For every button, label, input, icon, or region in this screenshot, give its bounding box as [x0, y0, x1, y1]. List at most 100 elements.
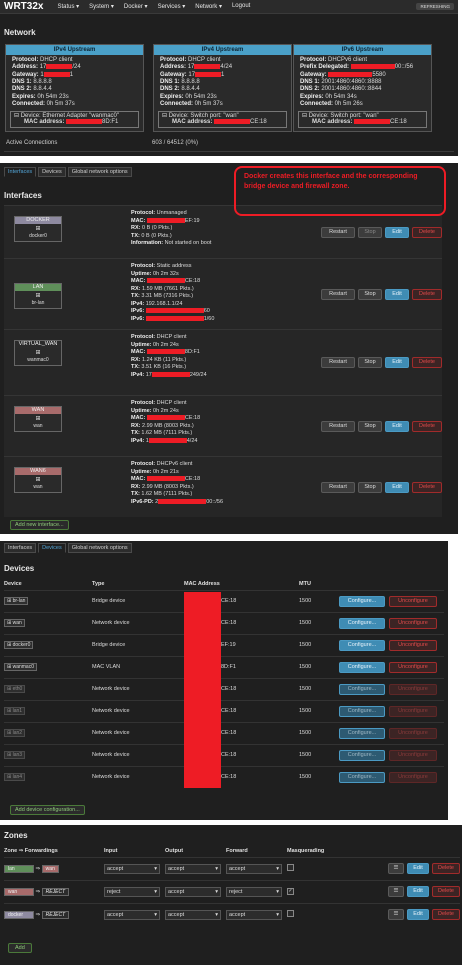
- interface-badge[interactable]: DOCKER ⊞ docker0: [14, 216, 62, 242]
- masquerading-checkbox[interactable]: [287, 910, 294, 918]
- output-select[interactable]: accept: [165, 886, 221, 897]
- tab-global-network-options[interactable]: Global network options: [67, 167, 132, 177]
- restart-button[interactable]: Restart: [321, 481, 355, 493]
- col-zone-forwardings: Zone ⇒ Forwardings: [4, 847, 58, 854]
- edit-button[interactable]: Edit: [385, 481, 409, 493]
- configure-button[interactable]: Configure...: [339, 749, 385, 761]
- unconfigure-button[interactable]: Unconfigure: [389, 683, 437, 695]
- drag-handle-icon[interactable]: ☰: [388, 909, 404, 921]
- unconfigure-button[interactable]: Unconfigure: [389, 771, 437, 783]
- unconfigure-button[interactable]: Unconfigure: [389, 727, 437, 739]
- edit-button[interactable]: Edit: [407, 886, 429, 897]
- device-chip[interactable]: ⊞ lan3: [4, 751, 26, 759]
- stop-button[interactable]: Stop: [358, 226, 382, 238]
- info-line: Expires: 0h 54m 23s: [12, 93, 69, 100]
- menu-services[interactable]: Services ▾: [158, 3, 186, 10]
- menu-docker[interactable]: Docker ▾: [124, 3, 148, 10]
- edit-button[interactable]: Edit: [385, 288, 409, 300]
- menu-system[interactable]: System ▾: [89, 3, 114, 10]
- delete-button[interactable]: Delete: [412, 288, 442, 300]
- device-chip[interactable]: ⊞ lan4: [4, 773, 26, 782]
- configure-button[interactable]: Configure...: [339, 705, 385, 717]
- forward-select[interactable]: accept: [226, 863, 282, 874]
- masquerading-checkbox[interactable]: [287, 864, 294, 871]
- configure-button[interactable]: Configure...: [339, 727, 385, 739]
- input-select[interactable]: reject: [104, 886, 160, 897]
- menu-status[interactable]: Status ▾: [57, 3, 79, 10]
- configure-button[interactable]: Configure...: [339, 661, 385, 673]
- ethernet-port-icon: ⊟: [162, 112, 169, 119]
- menu-network[interactable]: Network ▾: [195, 3, 222, 10]
- redacted-value: [214, 119, 251, 125]
- delete-button[interactable]: Delete: [412, 420, 442, 432]
- interface-badge[interactable]: WAN ⊞ wan: [14, 406, 62, 432]
- device-chip[interactable]: ⊞ wan: [4, 619, 25, 627]
- stop-button[interactable]: Stop: [358, 420, 382, 432]
- restart-button[interactable]: Restart: [321, 288, 355, 300]
- interface-badge[interactable]: WAN6 ⊞ wan: [14, 467, 62, 493]
- zone-badge[interactable]: docker: [4, 910, 34, 919]
- configure-button[interactable]: Configure...: [339, 683, 385, 695]
- menu-logout[interactable]: Logout: [232, 3, 250, 10]
- edit-button[interactable]: Edit: [407, 863, 429, 874]
- device-chip[interactable]: ⊞ lan1: [4, 707, 26, 715]
- unconfigure-button[interactable]: Unconfigure: [389, 595, 437, 607]
- interface-badge[interactable]: VIRTUAL_WAN ⊞ wanmac0: [14, 340, 62, 366]
- configure-button[interactable]: Configure...: [339, 617, 385, 629]
- delete-button[interactable]: Delete: [432, 886, 460, 897]
- brand-title[interactable]: WRT32x: [4, 1, 43, 12]
- info-line: MAC: 8D:F1: [131, 349, 200, 355]
- stop-button[interactable]: Stop: [358, 357, 382, 368]
- add-device-configuration-button[interactable]: Add device configuration...: [10, 805, 85, 815]
- tab-global-network-options[interactable]: Global network options: [67, 543, 132, 553]
- info-line: RX: 2.99 MB (8003 Pkts.): [131, 483, 194, 490]
- device-chip[interactable]: ⊞ eth0: [4, 685, 26, 693]
- unconfigure-button[interactable]: Unconfigure: [389, 639, 437, 651]
- unconfigure-button[interactable]: Unconfigure: [389, 661, 437, 673]
- restart-button[interactable]: Restart: [321, 226, 355, 238]
- tab-interfaces[interactable]: Interfaces: [4, 167, 37, 177]
- stop-button[interactable]: Stop: [358, 481, 382, 493]
- refreshing-badge[interactable]: REFRESHING: [416, 3, 454, 10]
- configure-button[interactable]: Configure...: [339, 771, 385, 783]
- device-chip[interactable]: ⊞ lan2: [4, 729, 26, 737]
- zone-badge[interactable]: wan: [4, 887, 34, 896]
- interface-badge[interactable]: LAN ⊞ br-lan: [14, 283, 62, 309]
- edit-button[interactable]: Edit: [385, 357, 409, 368]
- input-select[interactable]: accept: [104, 863, 160, 874]
- delete-button[interactable]: Delete: [432, 863, 460, 874]
- device-chip[interactable]: ⊞ br-lan: [4, 597, 29, 605]
- unconfigure-button[interactable]: Unconfigure: [389, 617, 437, 629]
- stop-button[interactable]: Stop: [358, 288, 382, 300]
- zone-badge[interactable]: lan: [4, 864, 34, 873]
- input-select[interactable]: accept: [104, 909, 160, 920]
- tab-devices[interactable]: Devices: [38, 167, 66, 177]
- forward-select[interactable]: reject: [226, 886, 282, 897]
- device-row: ⊞ wan Network device CE:18 1500 Configure...…: [4, 611, 444, 634]
- add-interface-button[interactable]: Add new interface...: [10, 520, 69, 530]
- configure-button[interactable]: Configure...: [339, 595, 385, 607]
- delete-button[interactable]: Delete: [412, 481, 442, 493]
- masquerading-checkbox[interactable]: ✓: [287, 888, 294, 895]
- edit-button[interactable]: Edit: [407, 909, 429, 921]
- delete-button[interactable]: Delete: [412, 226, 442, 238]
- output-select[interactable]: accept: [165, 863, 221, 874]
- tab-interfaces[interactable]: Interfaces: [4, 543, 37, 553]
- unconfigure-button[interactable]: Unconfigure: [389, 749, 437, 761]
- delete-button[interactable]: Delete: [412, 357, 442, 368]
- device-chip[interactable]: ⊞ docker0: [4, 641, 34, 649]
- edit-button[interactable]: Edit: [385, 420, 409, 432]
- delete-button[interactable]: Delete: [432, 909, 460, 921]
- restart-button[interactable]: Restart: [321, 420, 355, 432]
- drag-handle-icon[interactable]: ☰: [388, 886, 404, 897]
- device-chip[interactable]: ⊞ wanmac0: [4, 663, 37, 671]
- unconfigure-button[interactable]: Unconfigure: [389, 705, 437, 717]
- forward-select[interactable]: accept: [226, 909, 282, 920]
- output-select[interactable]: accept: [165, 909, 221, 920]
- edit-button[interactable]: Edit: [385, 226, 409, 238]
- tab-devices[interactable]: Devices: [38, 543, 66, 553]
- drag-handle-icon[interactable]: ☰: [388, 863, 404, 874]
- add-zone-button[interactable]: Add: [8, 943, 32, 953]
- configure-button[interactable]: Configure...: [339, 639, 385, 651]
- restart-button[interactable]: Restart: [321, 357, 355, 368]
